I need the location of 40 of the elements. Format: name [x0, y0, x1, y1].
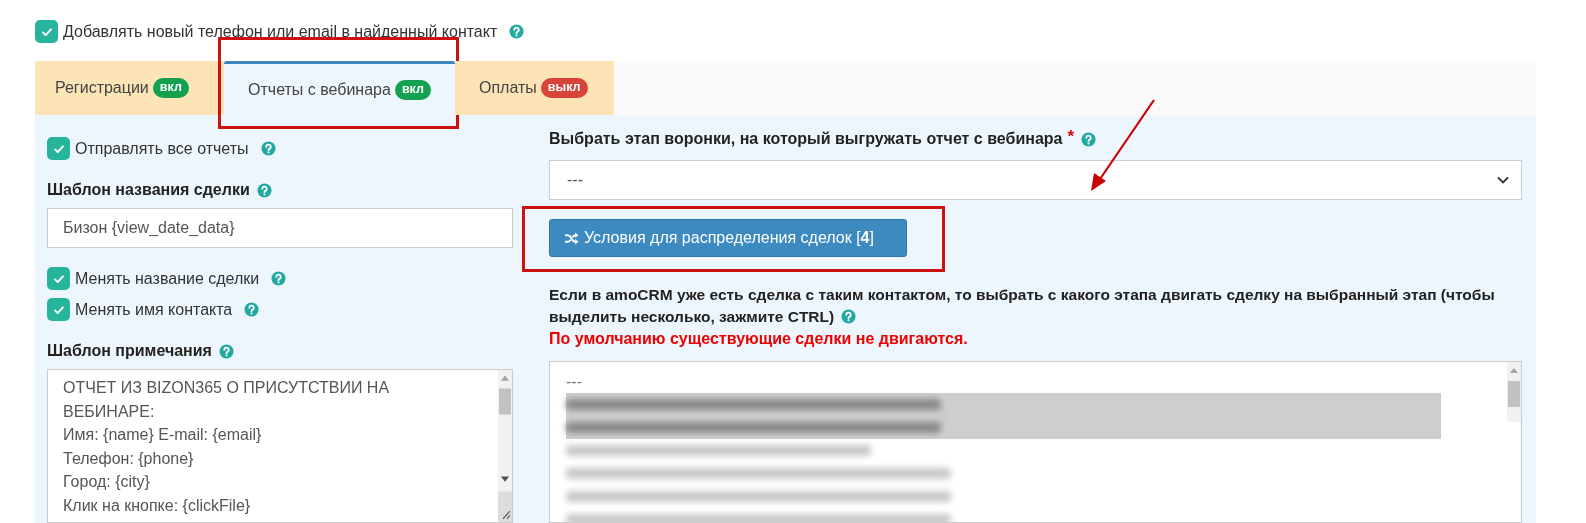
help-icon[interactable] — [1081, 131, 1097, 147]
help-icon[interactable] — [244, 302, 260, 317]
tab[interactable]: Регистрации вкл — [35, 61, 224, 115]
chevron-icon — [1497, 176, 1509, 184]
list-option[interactable] — [566, 416, 1441, 439]
warning-text: По умолчанию существующие сделки не двигаются. — [549, 329, 969, 349]
checkbox-label: Менять название сделки — [75, 269, 260, 288]
stage-dropdown[interactable]: --- — [549, 160, 1522, 200]
checkbox[interactable] — [47, 267, 70, 290]
help-icon[interactable] — [841, 309, 857, 324]
checkbox-label: Добавлять новый телефон или email в найденный контакт — [63, 22, 498, 41]
required-mark: * — [1067, 130, 1075, 144]
help-icon[interactable] — [509, 24, 525, 39]
checkbox[interactable] — [47, 298, 70, 321]
scrollbar[interactable] — [498, 370, 512, 522]
list-option[interactable]: --- — [566, 370, 1441, 393]
status-badge: вкл — [394, 79, 431, 100]
field-heading: Выбрать этап воронки, на который выгружать отчет с вебинара — [549, 130, 1063, 148]
checkbox[interactable] — [35, 20, 58, 43]
checkbox[interactable] — [47, 137, 70, 160]
shuffle-icon — [564, 231, 579, 245]
field-heading: Шаблон названия сделки — [47, 181, 250, 199]
help-icon[interactable] — [218, 343, 234, 359]
conditions-button[interactable]: Условия для распределения сделок [4] — [549, 219, 907, 257]
checkbox-label: Отправлять все отчеты — [75, 139, 249, 158]
description-text: Если в amoCRM уже есть сделка с таким контактом, то выбрать с какого этапа двигать сделку на выбранный этап (чтобы выделить несколько, зажмите CTRL) — [549, 285, 1496, 327]
tab[interactable]: Оплаты выкл — [455, 61, 614, 115]
checkbox-label: Менять имя контакта — [75, 300, 233, 319]
stage-listbox[interactable]: --- — [549, 361, 1522, 523]
textarea-field[interactable]: ОТЧЕТ ИЗ BIZON365 О ПРИСУТСТВИИ НА ВЕБИНАРЕ: Имя: {name} E-mail: {email} Телефон: {phone} Город: {city} Клик на кнопке: {clickFile} — [47, 369, 513, 523]
help-icon[interactable] — [271, 271, 287, 286]
help-icon[interactable] — [256, 182, 272, 198]
help-icon[interactable] — [260, 141, 276, 156]
scrollbar[interactable] — [1507, 362, 1521, 422]
input-field[interactable]: Бизон {view_date_data} — [47, 208, 513, 248]
status-badge: вкл — [152, 78, 189, 98]
status-badge: выкл — [540, 78, 588, 98]
list-option[interactable] — [566, 393, 1441, 416]
tab[interactable]: Отчеты с вебинара вкл — [224, 61, 455, 115]
field-heading: Шаблон примечания — [47, 342, 212, 360]
